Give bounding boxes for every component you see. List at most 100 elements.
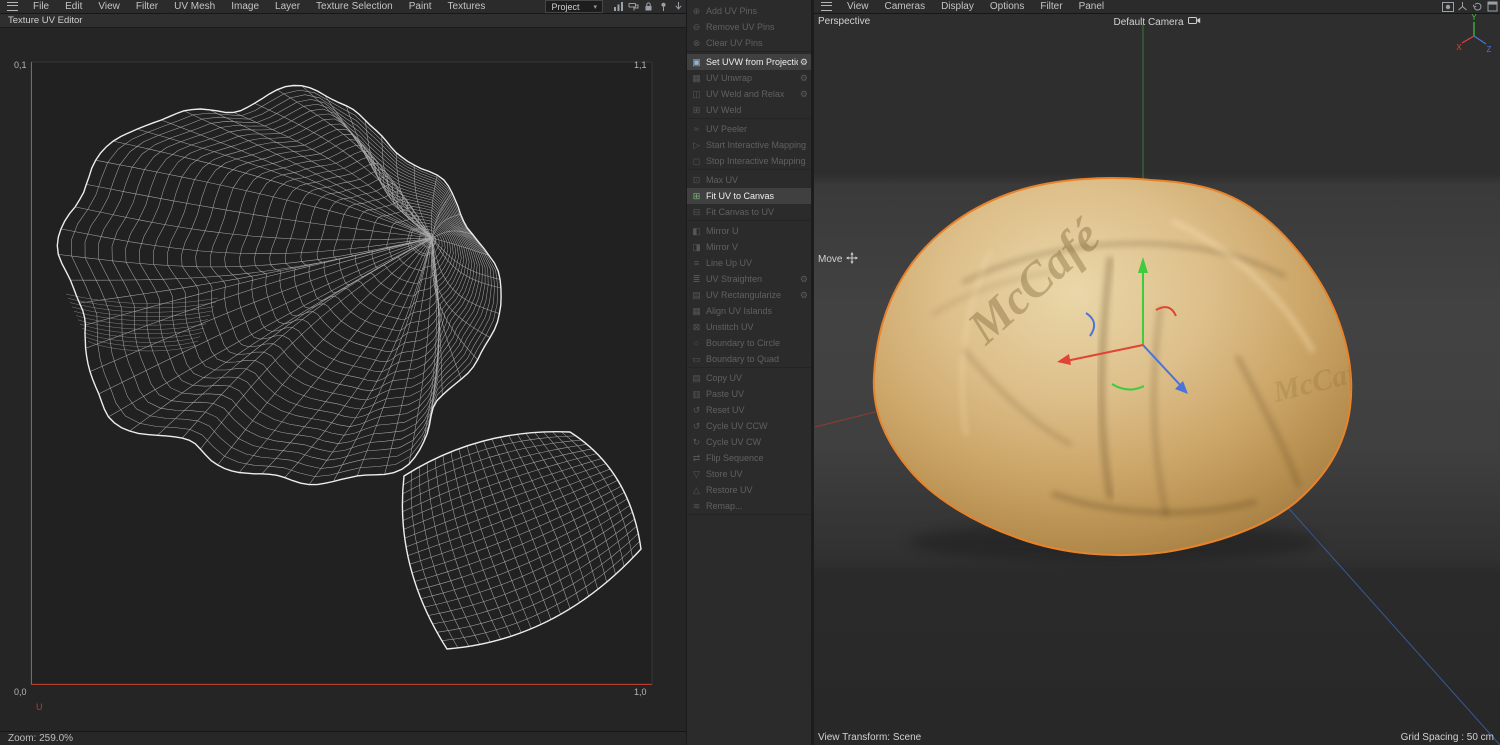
cmd-boundary-to-circle[interactable]: ○Boundary to Circle bbox=[687, 335, 811, 351]
uv-canvas[interactable] bbox=[0, 28, 686, 731]
cycle-uv-ccw-icon: ↺ bbox=[691, 422, 702, 431]
cmd-fit-uv-to-canvas[interactable]: ⊞Fit UV to Canvas bbox=[687, 188, 811, 204]
cmd-copy-uv[interactable]: ▤Copy UV bbox=[687, 370, 811, 386]
cmd-boundary-to-quad[interactable]: ▭Boundary to Quad bbox=[687, 351, 811, 367]
viewport-menu-display[interactable]: Display bbox=[933, 0, 982, 13]
boundary-to-circle-icon: ○ bbox=[691, 339, 702, 348]
menu-uv-mesh[interactable]: UV Mesh bbox=[166, 0, 223, 13]
cmd-start-interactive-mapping[interactable]: ▷Start Interactive Mapping bbox=[687, 137, 811, 153]
cmd-label: Boundary to Circle bbox=[702, 338, 808, 348]
chart-icon[interactable] bbox=[611, 0, 626, 13]
cmd-fit-canvas-to-uv[interactable]: ⊟Fit Canvas to UV bbox=[687, 204, 811, 220]
cmd-label: UV Unwrap bbox=[702, 73, 798, 83]
uv-peeler-icon: ≈ bbox=[691, 125, 702, 134]
viewport-menu-filter[interactable]: Filter bbox=[1032, 0, 1070, 13]
menu-file[interactable]: File bbox=[25, 0, 57, 13]
caret-down-icon: ▾ bbox=[593, 3, 597, 11]
menu-paint[interactable]: Paint bbox=[401, 0, 440, 13]
hamburger-menu-icon[interactable] bbox=[821, 2, 832, 11]
cmd-restore-uv[interactable]: △Restore UV bbox=[687, 482, 811, 498]
menu-view[interactable]: View bbox=[90, 0, 128, 13]
cmd-mirror-v[interactable]: ◨Mirror V bbox=[687, 239, 811, 255]
cmd-align-uv-islands[interactable]: ▦Align UV Islands bbox=[687, 303, 811, 319]
cmd-paste-uv[interactable]: ▥Paste UV bbox=[687, 386, 811, 402]
command-group: ⊡Max UV⊞Fit UV to Canvas⊟Fit Canvas to U… bbox=[687, 172, 811, 221]
cmd-uv-rectangularize[interactable]: ▤UV Rectangularize⚙ bbox=[687, 287, 811, 303]
cmd-label: Fit UV to Canvas bbox=[702, 191, 808, 201]
paint-bucket-icon[interactable] bbox=[626, 0, 641, 13]
cmd-label: Store UV bbox=[702, 469, 808, 479]
cmd-cycle-uv-cw[interactable]: ↻Cycle UV CW bbox=[687, 434, 811, 450]
lock-icon[interactable] bbox=[641, 0, 656, 13]
set-uvw-projection-icon: ▣ bbox=[691, 58, 702, 67]
cmd-stop-interactive-mapping[interactable]: ◻Stop Interactive Mapping bbox=[687, 153, 811, 169]
cmd-uv-weld-and-relax[interactable]: ◫UV Weld and Relax⚙ bbox=[687, 86, 811, 102]
flip-sequence-icon: ⇄ bbox=[691, 454, 702, 463]
axis-x-label: X bbox=[1456, 43, 1462, 52]
hamburger-menu-icon[interactable] bbox=[7, 2, 18, 11]
cmd-remove-uv-pins[interactable]: ⊖Remove UV Pins bbox=[687, 19, 811, 35]
viewport-menu-cameras[interactable]: Cameras bbox=[877, 0, 934, 13]
cmd-set-uvw-from-projection[interactable]: ▣Set UVW from Projection⚙ bbox=[687, 54, 811, 70]
uv-commands-panel: ⊕Add UV Pins⊖Remove UV Pins⊗Clear UV Pin… bbox=[686, 0, 811, 745]
boundary-to-quad-icon: ▭ bbox=[691, 355, 702, 364]
cmd-label: Paste UV bbox=[702, 389, 808, 399]
cmd-line-up-uv[interactable]: ≡Line Up UV bbox=[687, 255, 811, 271]
gear-icon[interactable]: ⚙ bbox=[798, 89, 808, 100]
cmd-cycle-uv-ccw[interactable]: ↺Cycle UV CCW bbox=[687, 418, 811, 434]
cmd-reset-uv[interactable]: ↺Reset UV bbox=[687, 402, 811, 418]
cmd-uv-peeler[interactable]: ≈UV Peeler bbox=[687, 121, 811, 137]
cmd-max-uv[interactable]: ⊡Max UV bbox=[687, 172, 811, 188]
menu-texture-selection[interactable]: Texture Selection bbox=[308, 0, 401, 13]
viewport-menu-options[interactable]: Options bbox=[982, 0, 1032, 13]
cmd-remap[interactable]: ≋Remap... bbox=[687, 498, 811, 514]
viewport-menu-panel[interactable]: Panel bbox=[1071, 0, 1113, 13]
uv-unwrap-icon: ▦ bbox=[691, 74, 702, 83]
project-dropdown-value: Project bbox=[551, 2, 579, 12]
cmd-label: Copy UV bbox=[702, 373, 808, 383]
uv-straighten-icon: ≣ bbox=[691, 275, 702, 284]
application-window: FileEditViewFilterUV MeshImageLayerTextu… bbox=[0, 0, 1500, 745]
cmd-mirror-u[interactable]: ◧Mirror U bbox=[687, 223, 811, 239]
menu-image[interactable]: Image bbox=[223, 0, 267, 13]
menu-layer[interactable]: Layer bbox=[267, 0, 308, 13]
cmd-clear-uv-pins[interactable]: ⊗Clear UV Pins bbox=[687, 35, 811, 51]
cmd-uv-straighten[interactable]: ≣UV Straighten⚙ bbox=[687, 271, 811, 287]
menu-filter[interactable]: Filter bbox=[128, 0, 166, 13]
pin-icon[interactable] bbox=[656, 0, 671, 13]
gear-icon[interactable]: ⚙ bbox=[798, 274, 808, 285]
max-uv-icon: ⊡ bbox=[691, 176, 702, 185]
uv-editor-tabstrip: Texture UV Editor bbox=[0, 14, 686, 28]
cmd-label: Mirror V bbox=[702, 242, 808, 252]
restore-uv-icon: △ bbox=[691, 486, 702, 495]
menu-textures[interactable]: Textures bbox=[440, 0, 494, 13]
viewport-canvas[interactable] bbox=[814, 14, 1500, 745]
uv-weld-icon: ⊞ bbox=[691, 106, 702, 115]
zoom-status: Zoom: 259.0% bbox=[8, 733, 73, 744]
fit-uv-to-canvas-icon: ⊞ bbox=[691, 192, 702, 201]
align-uv-islands-icon: ▦ bbox=[691, 307, 702, 316]
cmd-uv-unwrap[interactable]: ▦UV Unwrap⚙ bbox=[687, 70, 811, 86]
cmd-uv-weld[interactable]: ⊞UV Weld bbox=[687, 102, 811, 118]
cmd-label: Add UV Pins bbox=[702, 6, 808, 16]
uv-editor-title: Texture UV Editor bbox=[8, 15, 82, 26]
viewport-menu-items: ViewCamerasDisplayOptionsFilterPanel bbox=[839, 0, 1112, 13]
orientation-axes-widget[interactable]: YXZ bbox=[1452, 12, 1498, 58]
gear-icon[interactable]: ⚙ bbox=[798, 290, 808, 301]
menu-edit[interactable]: Edit bbox=[57, 0, 90, 13]
gear-icon[interactable]: ⚙ bbox=[798, 57, 808, 68]
cmd-label: Flip Sequence bbox=[702, 453, 808, 463]
dock-arrow-icon[interactable] bbox=[671, 0, 686, 13]
cmd-add-uv-pins[interactable]: ⊕Add UV Pins bbox=[687, 3, 811, 19]
cmd-unstitch-uv[interactable]: ⊠Unstitch UV bbox=[687, 319, 811, 335]
cmd-label: UV Peeler bbox=[702, 124, 808, 134]
cmd-flip-sequence[interactable]: ⇄Flip Sequence bbox=[687, 450, 811, 466]
cmd-store-uv[interactable]: ▽Store UV bbox=[687, 466, 811, 482]
uv-rectangularize-icon: ▤ bbox=[691, 291, 702, 300]
viewport-menu-view[interactable]: View bbox=[839, 0, 877, 13]
gear-icon[interactable]: ⚙ bbox=[798, 73, 808, 84]
axis-z-label: Z bbox=[1487, 45, 1492, 54]
remap-icon: ≋ bbox=[691, 502, 702, 511]
project-dropdown[interactable]: Project ▾ bbox=[545, 0, 603, 13]
uv-editor-menu-items: FileEditViewFilterUV MeshImageLayerTextu… bbox=[25, 0, 493, 13]
